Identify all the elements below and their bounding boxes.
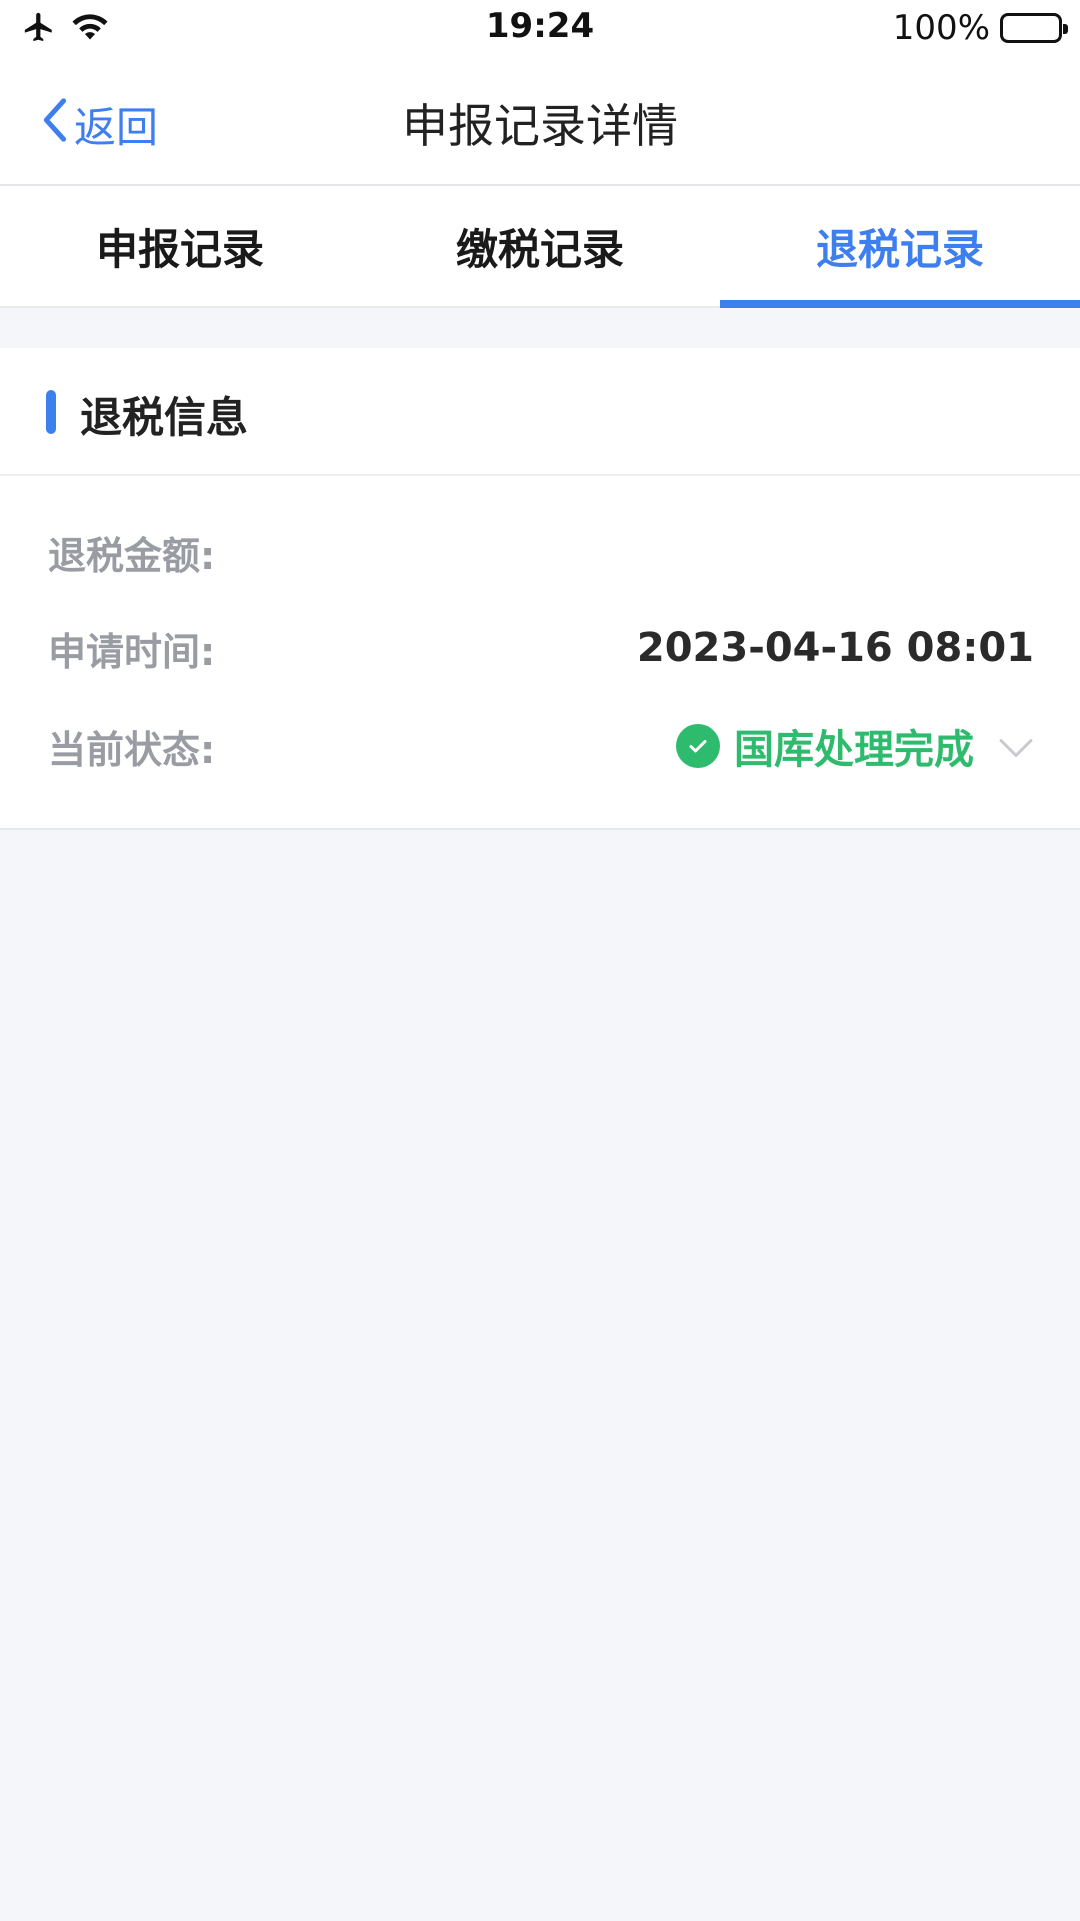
check-circle-icon (676, 724, 720, 768)
status-dropdown[interactable]: 国库处理完成 (676, 717, 1034, 775)
row-current-status: 当前状态: 国库处理完成 (48, 716, 1034, 776)
status-right: 100% (892, 8, 1068, 48)
section-header: 退税信息 (0, 348, 1080, 476)
section-accent-bar (46, 390, 56, 434)
row-apply-time: 申请时间: 2023-04-16 08:01 (48, 618, 1034, 678)
chevron-down-icon (998, 723, 1034, 769)
tab-refund-records[interactable]: 退税记录 (720, 186, 1080, 308)
apply-time-value: 2023-04-16 08:01 (636, 625, 1034, 671)
tab-payment-records[interactable]: 缴税记录 (360, 186, 720, 306)
apply-time-label: 申请时间: (48, 629, 216, 674)
status-bar: 19:24 100% (0, 0, 1080, 58)
section-title: 退税信息 (80, 393, 249, 442)
row-refund-amount: 退税金额: (48, 522, 1034, 582)
battery-icon (1000, 13, 1068, 43)
refund-amount-label: 退税金额: (48, 533, 216, 578)
current-status-label: 当前状态: (48, 727, 216, 772)
status-text: 国库处理完成 (734, 727, 974, 773)
tab-declaration-records[interactable]: 申报记录 (0, 186, 360, 306)
page-title: 申报记录详情 (402, 99, 678, 153)
battery-percent: 100% (892, 8, 990, 48)
nav-bar: 返回 申报记录详情 (0, 58, 1080, 186)
tab-bar: 申报记录 缴税记录 退税记录 (0, 186, 1080, 308)
